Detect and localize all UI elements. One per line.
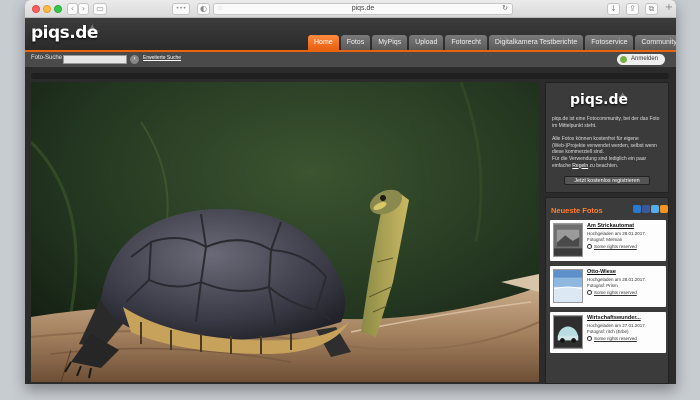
photographer: Fotograf: ritch (Erbe): [587, 329, 629, 334]
intro-box: ✦ piqs.de piqs.de ist eine Fotocommunity…: [545, 82, 669, 193]
twitter-icon[interactable]: [651, 205, 659, 213]
address-text: piqs.de: [351, 5, 375, 12]
tab-upload[interactable]: Upload: [409, 35, 444, 50]
extensions-icon[interactable]: •••: [172, 3, 190, 15]
zoom-window-button[interactable]: [54, 5, 62, 13]
search-submit-icon[interactable]: ›: [130, 55, 139, 64]
list-item[interactable]: Am Strickautomat Hochgeladen am 28.01.20…: [550, 220, 666, 261]
close-window-button[interactable]: [32, 5, 40, 13]
sidebar-icon[interactable]: ▭: [93, 3, 107, 15]
photographer: Fotograf: Prism: [587, 283, 618, 288]
rss-icon[interactable]: [660, 205, 668, 213]
chevron-left-icon[interactable]: ‹: [67, 3, 78, 15]
photo-thumbnail[interactable]: [553, 269, 583, 303]
browser-window: ‹ › ▭ ••• ◐ ◌ piqs.de ↻ ↓ ⇪ ⧉ + ✦ piqs.d…: [25, 0, 676, 384]
intro-paragraph-1: piqs.de ist eine Fotocommunity, bei der …: [552, 116, 660, 129]
login-label: Anmelden: [631, 56, 659, 62]
site-header: ✦ piqs.de Home Fotos MyPiqs Upload Fotor…: [25, 18, 676, 50]
newest-photos-list: Am Strickautomat Hochgeladen am 28.01.20…: [550, 220, 666, 358]
tab-digitalkamera-testberichte[interactable]: Digitalkamera Testberichte: [488, 35, 584, 50]
intro-paragraph-2: Alle Fotos können kostenfrei für eigene …: [552, 136, 657, 155]
license-label: Some rights reserved: [594, 290, 637, 295]
reload-icon[interactable]: ↻: [502, 4, 508, 14]
newest-photos-title: Neueste Fotos: [551, 206, 603, 215]
chevron-right-icon[interactable]: ›: [78, 3, 89, 15]
login-button[interactable]: Anmelden: [617, 54, 665, 65]
sidebar-logo: piqs.de: [570, 92, 629, 108]
cc-icon: [587, 244, 592, 249]
banner-strip: [31, 73, 669, 79]
user-icon: [620, 56, 627, 63]
photographer: Fotograf: Melman: [587, 237, 623, 242]
minimize-window-button[interactable]: [43, 5, 51, 13]
list-item[interactable]: Otto-Wiese Hochgeladen am 28.01.2017. Fo…: [550, 266, 666, 307]
register-button[interactable]: Jetzt kostenlos registrieren: [564, 176, 650, 185]
share-icon[interactable]: ⇪: [626, 3, 639, 15]
search-input[interactable]: [63, 55, 127, 64]
cc-icon: [587, 290, 592, 295]
tab-fotorecht[interactable]: Fotorecht: [445, 35, 487, 50]
upload-date: Hochgeladen am 28.01.2017.: [587, 231, 647, 236]
blogger-icon[interactable]: [633, 205, 641, 213]
address-bar[interactable]: ◌ piqs.de ↻: [213, 3, 513, 15]
upload-date: Hochgeladen am 28.01.2017.: [587, 277, 647, 282]
rules-link[interactable]: Regeln: [572, 163, 588, 169]
photo-thumbnail[interactable]: [553, 223, 583, 257]
site-logo[interactable]: piqs.de: [31, 23, 98, 43]
license-label: Some rights reserved: [594, 244, 637, 249]
photo-title[interactable]: Wirtschaftswunder...: [587, 315, 641, 321]
new-tab-icon[interactable]: +: [663, 3, 675, 15]
page-icon: ◌: [218, 5, 223, 12]
tab-fotoservice[interactable]: Fotoservice: [585, 35, 634, 50]
photo-title[interactable]: Otto-Wiese: [587, 269, 616, 275]
license-info[interactable]: Some rights reserved: [587, 290, 637, 295]
featured-photo[interactable]: [31, 82, 539, 382]
intro-paragraph-3: Für die Verwendung sind lediglich ein pa…: [552, 156, 664, 169]
photo-thumbnail[interactable]: [553, 315, 583, 349]
intro-text-end: zu beachten.: [588, 162, 619, 169]
tab-mypiqs[interactable]: MyPiqs: [372, 35, 408, 50]
license-label: Some rights reserved: [594, 336, 637, 341]
advanced-search-link[interactable]: Erweiterte Suche: [143, 55, 181, 61]
tab-community[interactable]: Community: [635, 35, 676, 50]
main-nav: Home Fotos MyPiqs Upload Fotorecht Digit…: [308, 35, 676, 50]
tabs-overview-icon[interactable]: ⧉: [645, 3, 658, 15]
page-content: ✦ piqs.de piqs.de ist eine Fotocommunity…: [25, 67, 676, 384]
cc-icon: [587, 336, 592, 341]
facebook-icon[interactable]: [642, 205, 650, 213]
photo-title[interactable]: Am Strickautomat: [587, 223, 634, 229]
license-info[interactable]: Some rights reserved: [587, 244, 637, 249]
privacy-icon[interactable]: ◐: [197, 3, 210, 15]
browser-toolbar: ‹ › ▭ ••• ◐ ◌ piqs.de ↻ ↓ ⇪ ⧉ +: [25, 0, 676, 18]
license-info[interactable]: Some rights reserved: [587, 336, 637, 341]
search-bar: Foto-Suche › Erweiterte Suche Anmelden: [25, 52, 676, 67]
tab-fotos[interactable]: Fotos: [340, 35, 371, 50]
share-icons: [633, 205, 669, 213]
turtle-photo-image: [31, 82, 539, 382]
search-label: Foto-Suche: [31, 55, 63, 61]
newest-photos-box: Neueste Fotos Am Strickautomat Hochgelad: [545, 197, 669, 384]
tab-home[interactable]: Home: [308, 35, 339, 50]
download-icon[interactable]: ↓: [607, 3, 620, 15]
upload-date: Hochgeladen am 27.01.2017.: [587, 323, 647, 328]
list-item[interactable]: Wirtschaftswunder... Hochgeladen am 27.0…: [550, 312, 666, 353]
